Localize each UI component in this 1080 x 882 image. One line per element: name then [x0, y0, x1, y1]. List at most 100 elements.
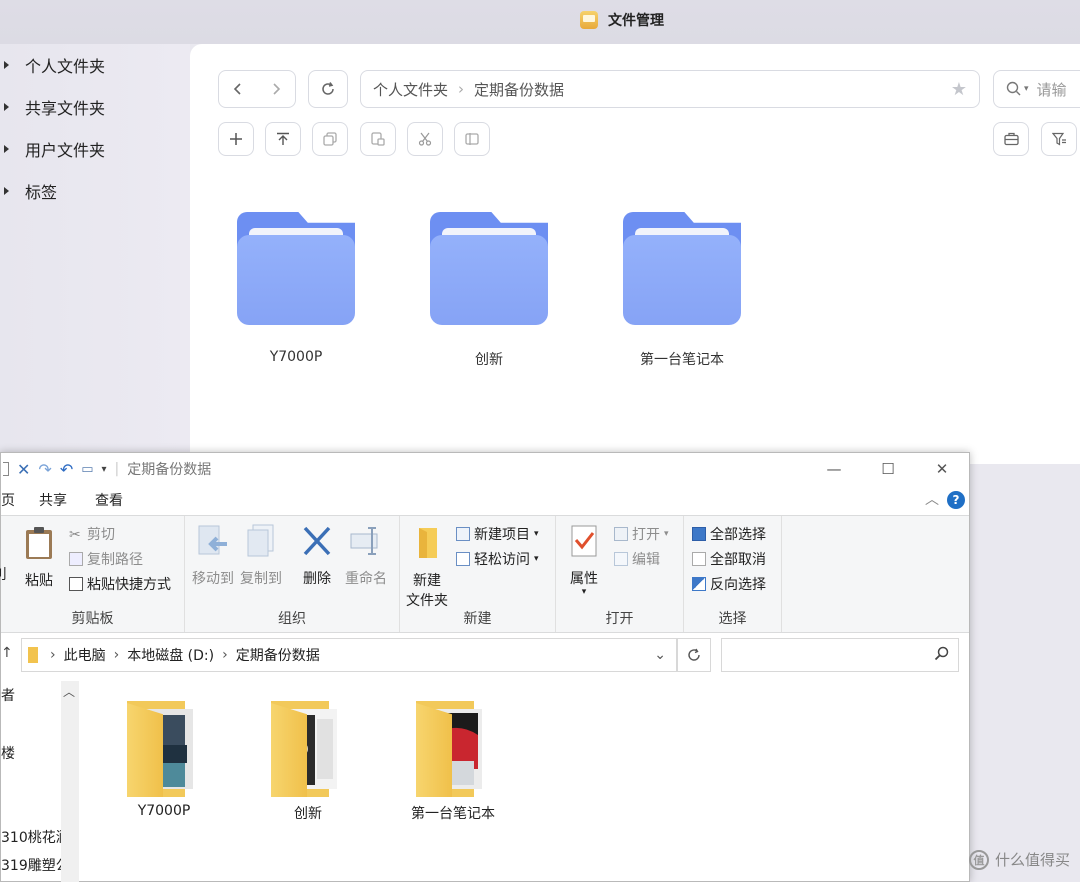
copy-button[interactable]: [312, 122, 348, 156]
new-folder-button[interactable]: 新建 文件夹: [404, 526, 450, 610]
address-segment-folder[interactable]: 定期备份数据: [236, 645, 320, 665]
add-button[interactable]: [218, 122, 254, 156]
explorer-folder-item[interactable]: 第一台笔记本: [398, 701, 508, 823]
breadcrumb[interactable]: 个人文件夹 › 定期备份数据 ★: [360, 70, 980, 108]
paste-button[interactable]: 粘贴: [21, 526, 57, 590]
nas-folder-item[interactable]: 第一台笔记本: [622, 212, 742, 369]
nav-item[interactable]: 310桃花涧: [1, 827, 70, 847]
dropdown-arrow-icon[interactable]: ▾: [664, 529, 669, 539]
open-label: 打开: [632, 527, 660, 543]
expand-arrow-icon[interactable]: [4, 187, 9, 195]
move-button[interactable]: [360, 122, 396, 156]
sidebar-item-personal[interactable]: 个人文件夹: [0, 44, 190, 86]
search-icon: [1006, 81, 1021, 96]
refresh-icon[interactable]: [309, 71, 347, 107]
chevron-right-icon: [273, 83, 281, 95]
paste-shortcut-button[interactable]: 粘贴快捷方式: [69, 574, 171, 594]
folder-thumbnail-icon[interactable]: [271, 701, 345, 799]
tab-home[interactable]: 页: [1, 485, 25, 515]
nav-scrollbar[interactable]: [61, 681, 79, 882]
chevron-right-icon[interactable]: ›: [222, 647, 228, 663]
explorer-titlebar: ✕ ↷ ↶ ▭ ▾ | 定期备份数据 — ☐ ✕: [1, 453, 969, 485]
group-label-organize: 组织: [278, 611, 306, 627]
chevron-right-icon[interactable]: ›: [114, 647, 120, 663]
star-icon[interactable]: ★: [951, 79, 967, 100]
nav-item[interactable]: 319雕塑公: [1, 855, 70, 875]
nas-title-text: 文件管理: [608, 13, 664, 29]
maximize-button[interactable]: ☐: [861, 453, 915, 485]
dropdown-arrow-icon[interactable]: ▾: [534, 554, 539, 564]
folder-thumbnail-icon[interactable]: [416, 701, 490, 799]
select-none-button[interactable]: 全部取消: [692, 549, 766, 569]
nas-folder-item[interactable]: Y7000P: [236, 212, 356, 365]
tab-view[interactable]: 查看: [81, 485, 137, 515]
edit-button[interactable]: 编辑: [614, 549, 660, 569]
tab-share[interactable]: 共享: [25, 485, 81, 515]
delete-quick-icon[interactable]: ✕: [17, 460, 30, 479]
chevron-right-icon[interactable]: ›: [50, 647, 56, 663]
dropdown-arrow-icon[interactable]: ▾: [534, 529, 539, 539]
sidebar-item-users[interactable]: 用户文件夹: [0, 128, 190, 170]
pin-button-partial[interactable]: 刂: [0, 526, 7, 584]
watermark-text: 什么值得买: [994, 851, 1070, 869]
delete-button[interactable]: 删除: [295, 524, 339, 588]
address-segment-pc[interactable]: 此电脑: [64, 645, 106, 665]
nas-folder-item[interactable]: 创新: [429, 212, 549, 369]
sidebar-item-tags[interactable]: 标签: [0, 170, 190, 212]
invert-selection-button[interactable]: 反向选择: [692, 574, 766, 594]
redo-icon[interactable]: ↷: [38, 460, 51, 479]
back-button[interactable]: [219, 71, 257, 107]
open-button[interactable]: 打开 ▾: [614, 524, 669, 544]
chevron-left-icon: [233, 83, 241, 95]
customize-toolbar-icon[interactable]: ▾: [102, 464, 107, 475]
filter-button[interactable]: [1041, 122, 1077, 156]
expand-arrow-icon[interactable]: [4, 103, 9, 111]
breadcrumb-item-personal[interactable]: 个人文件夹: [373, 79, 448, 100]
forward-button[interactable]: [257, 71, 295, 107]
scroll-up-icon[interactable]: ︿: [63, 683, 75, 700]
copy-to-button[interactable]: 复制到: [239, 524, 283, 588]
up-arrow-icon[interactable]: ↑: [1, 645, 13, 661]
new-item-button[interactable]: 新建项目 ▾: [456, 524, 539, 544]
folder-icon[interactable]: [623, 212, 741, 325]
task-button[interactable]: [993, 122, 1029, 156]
folder-icon[interactable]: [430, 212, 548, 325]
expand-arrow-icon[interactable]: [4, 61, 9, 69]
dropdown-arrow-icon[interactable]: ▾: [564, 588, 604, 597]
collapse-ribbon-icon[interactable]: ︿: [925, 489, 939, 509]
cut-button[interactable]: ✂ 剪切: [69, 524, 115, 544]
search-input[interactable]: [721, 638, 959, 672]
search-input[interactable]: ▾ 请输: [993, 70, 1080, 108]
undo-icon[interactable]: ↶: [60, 460, 73, 479]
explorer-folder-item[interactable]: Y7000P: [109, 701, 219, 819]
minimize-button[interactable]: —: [807, 453, 861, 485]
sidebar-item-shared[interactable]: 共享文件夹: [0, 86, 190, 128]
close-button[interactable]: ✕: [915, 453, 969, 485]
nav-item[interactable]: 楼: [1, 743, 15, 763]
chevron-down-icon[interactable]: ⌄: [654, 647, 666, 663]
help-icon[interactable]: ?: [947, 491, 965, 509]
move-to-button[interactable]: 移动到: [191, 524, 235, 588]
refresh-button[interactable]: [308, 70, 348, 108]
rename-button[interactable]: [454, 122, 490, 156]
copy-path-button[interactable]: 复制路径: [69, 549, 143, 569]
rename-button[interactable]: 重命名: [343, 524, 389, 588]
folder-thumbnail-icon[interactable]: [127, 701, 201, 799]
expand-arrow-icon[interactable]: [4, 145, 9, 153]
explorer-folder-item[interactable]: 创新: [253, 701, 363, 823]
properties-button[interactable]: 属性 ▾: [564, 524, 604, 597]
select-all-button[interactable]: 全部选择: [692, 524, 766, 544]
easy-access-button[interactable]: 轻松访问 ▾: [456, 549, 539, 569]
cut-button[interactable]: [407, 122, 443, 156]
upload-button[interactable]: [265, 122, 301, 156]
search-dropdown-icon[interactable]: ▾: [1024, 84, 1029, 94]
refresh-button[interactable]: [677, 638, 711, 672]
delete-x-icon: [303, 526, 331, 556]
explorer-folder-label: 第一台笔记本: [411, 806, 495, 822]
properties-quick-icon[interactable]: ▭: [81, 462, 93, 477]
address-segment-drive[interactable]: 本地磁盘 (D:): [127, 645, 214, 665]
breadcrumb-item-current[interactable]: 定期备份数据: [474, 79, 564, 100]
nav-item[interactable]: 者: [1, 685, 15, 705]
folder-icon[interactable]: [237, 212, 355, 325]
address-bar[interactable]: › 此电脑 › 本地磁盘 (D:) › 定期备份数据 ⌄: [21, 638, 677, 672]
